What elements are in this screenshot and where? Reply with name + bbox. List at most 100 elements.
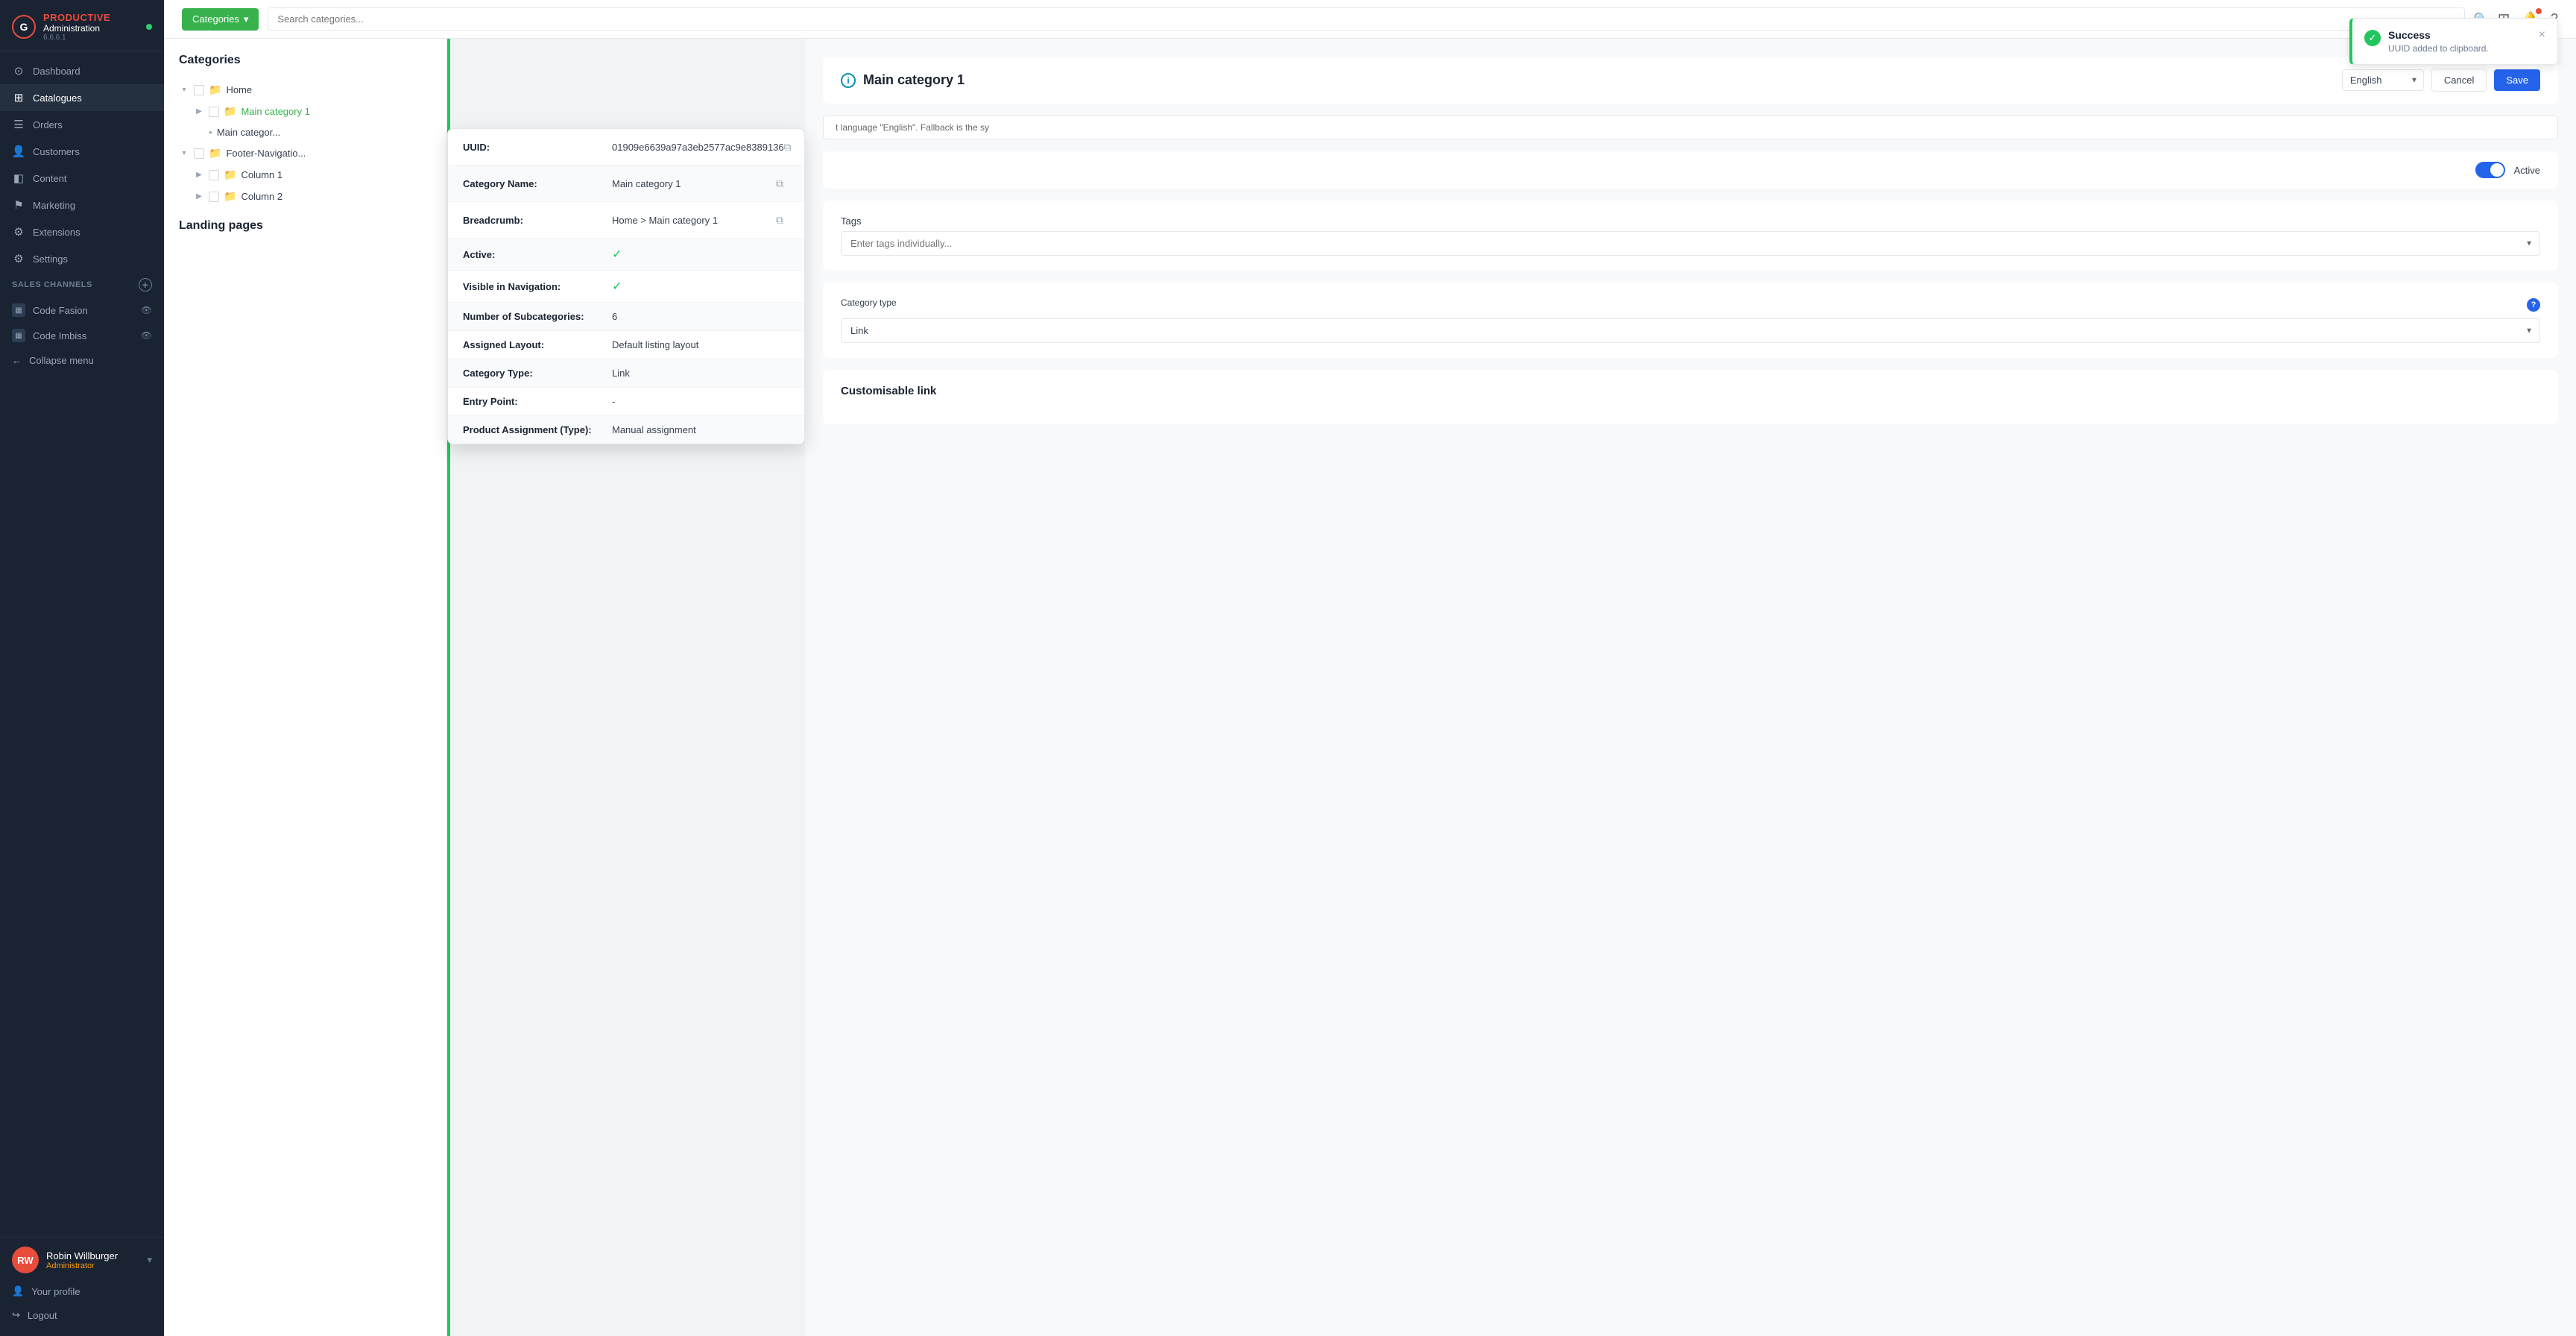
profile-icon: 👤 <box>12 1285 24 1297</box>
tree-item-main-category-1[interactable]: ▶ 📁 Main category 1 <box>164 101 446 122</box>
collapse-menu-button[interactable]: ← Collapse menu <box>0 348 164 373</box>
tree-label-home: Home <box>226 84 252 95</box>
tooltip-row-visible-nav: Visible in Navigation: ✓ <box>448 271 804 303</box>
success-title: Success <box>2388 39 2531 41</box>
sidebar-item-content[interactable]: ◧ Content <box>0 165 164 192</box>
notification-badge <box>2536 8 2542 14</box>
app-logo: G PRODUCTIVE Administration 6.6.6.1 <box>0 0 164 51</box>
categories-button[interactable]: Categories ▾ <box>182 8 259 31</box>
search-input[interactable] <box>268 7 2464 31</box>
language-select[interactable]: English <box>2342 69 2424 91</box>
sidebar-label-marketing: Marketing <box>33 200 75 211</box>
tooltip-row-uuid: UUID: 01909e6639a97a3eb2577ac9e8389136 ⧉ <box>448 129 804 166</box>
sidebar-label-extensions: Extensions <box>33 227 80 238</box>
copy-uuid-button[interactable]: ⧉ <box>784 137 792 157</box>
main-area: Categories ▾ 🔍 ⊞ 🔔 ? Categories ▾ � <box>164 0 2576 1336</box>
active-toggle-row: Active <box>823 151 2558 189</box>
tree-item-main-category-2[interactable]: ● Main categor... <box>164 122 446 142</box>
categories-chevron-icon: ▾ <box>244 13 249 25</box>
tree-item-home[interactable]: ▾ 📁 Home <box>164 79 446 101</box>
customisable-link-title: Customisable link <box>841 385 2540 397</box>
copy-name-button[interactable]: ⧉ <box>770 174 789 193</box>
logout-link[interactable]: ↪ Logout <box>12 1303 152 1327</box>
breadcrumb-value: Home > Main category 1 <box>612 215 770 226</box>
active-label: Active: <box>463 249 612 260</box>
channel-fasion-icon: ▦ <box>12 303 25 317</box>
tree-item-column2[interactable]: ▶ 📁 Column 2 <box>164 186 446 207</box>
orders-icon: ☰ <box>12 118 25 131</box>
subcategories-value: 6 <box>612 311 789 322</box>
breadcrumb-label: Breadcrumb: <box>463 215 612 226</box>
collapse-label: Collapse menu <box>29 355 94 366</box>
entry-point-value: - <box>612 396 789 407</box>
product-assignment-label: Product Assignment (Type): <box>463 424 612 435</box>
tree-checkbox-col1[interactable] <box>209 170 219 180</box>
categories-panel: Categories ▾ 📁 Home ▶ 📁 Main category 1 … <box>164 39 447 1336</box>
user-details: Robin Willburger Administrator <box>46 1250 118 1270</box>
tags-input-wrapper <box>841 231 2540 256</box>
tree-label-main2: Main categor... <box>217 127 280 138</box>
active-toggle[interactable] <box>2475 162 2505 178</box>
hint-text: t language "English". Fallback is the sy <box>836 122 989 133</box>
sidebar-item-catalogues[interactable]: ⊞ Catalogues <box>0 84 164 111</box>
app-subtitle: Administration <box>43 23 110 34</box>
tree-item-column1[interactable]: ▶ 📁 Column 1 <box>164 164 446 186</box>
your-profile-link[interactable]: 👤 Your profile <box>12 1279 152 1303</box>
tags-card: Tags <box>823 201 2558 271</box>
save-button[interactable]: Save <box>2494 69 2540 91</box>
customisable-link-card: Customisable link <box>823 370 2558 424</box>
channel-code-imbiss[interactable]: ▦ Code Imbiss 👁 <box>0 323 164 348</box>
channel-imbiss-icon: ▦ <box>12 329 25 342</box>
sidebar-item-marketing[interactable]: ⚑ Marketing <box>0 192 164 218</box>
app-name: PRODUCTIVE <box>43 12 110 23</box>
sidebar-item-settings[interactable]: ⚙ Settings <box>0 245 164 272</box>
sidebar: G PRODUCTIVE Administration 6.6.6.1 ⊙ Da… <box>0 0 164 1336</box>
tags-label: Tags <box>841 215 2540 227</box>
sidebar-item-customers[interactable]: 👤 Customers <box>0 138 164 165</box>
copy-breadcrumb-button[interactable]: ⧉ <box>770 210 789 230</box>
tags-input[interactable] <box>841 231 2540 256</box>
sidebar-item-extensions[interactable]: ⚙ Extensions <box>0 218 164 245</box>
category-type-select[interactable]: Link <box>841 318 2540 343</box>
channel-fasion-label: Code Fasion <box>33 305 88 316</box>
sidebar-item-orders[interactable]: ☰ Orders <box>0 111 164 138</box>
tree-checkbox-footer[interactable] <box>194 148 204 159</box>
app-version: 6.6.6.1 <box>43 34 110 42</box>
tree-toggle-col2[interactable]: ▶ <box>194 192 204 202</box>
sales-channels-header: Sales Channels + <box>0 272 164 297</box>
tree-toggle-col1[interactable]: ▶ <box>194 170 204 180</box>
logo-icon: G <box>12 15 36 39</box>
folder-icon-home: 📁 <box>209 84 221 96</box>
tree-toggle-home[interactable]: ▾ <box>179 85 189 95</box>
categories-panel-title: Categories <box>164 54 446 79</box>
channel-code-fasion[interactable]: ▦ Code Fasion 👁 <box>0 297 164 323</box>
folder-icon-col2: 📁 <box>224 190 236 203</box>
dashboard-icon: ⊙ <box>12 64 25 78</box>
add-channel-button[interactable]: + <box>139 278 152 292</box>
category-type-help-icon[interactable]: ? <box>2527 298 2540 312</box>
category-type-value: Link <box>612 368 789 379</box>
tree-checkbox-main1[interactable] <box>209 107 219 117</box>
sidebar-footer: RW Robin Willburger Administrator ▾ 👤 Yo… <box>0 1237 164 1336</box>
user-info[interactable]: RW Robin Willburger Administrator ▾ <box>12 1247 152 1273</box>
subcategories-label: Number of Subcategories: <box>463 311 612 322</box>
user-name: Robin Willburger <box>46 1250 118 1261</box>
tooltip-row-layout: Assigned Layout: Default listing layout <box>448 331 804 359</box>
category-type-form-label: Category type <box>841 297 897 308</box>
tree-toggle-footer[interactable]: ▾ <box>179 148 189 159</box>
header-actions: English Cancel Save <box>2342 69 2540 92</box>
info-icon[interactable]: i <box>841 73 856 88</box>
tree-checkbox-col2[interactable] <box>209 192 219 202</box>
tree-item-footer-nav[interactable]: ▾ 📁 Footer-Navigatio... <box>164 142 446 164</box>
tree-checkbox-home[interactable] <box>194 85 204 95</box>
content-icon: ◧ <box>12 171 25 185</box>
sidebar-item-dashboard[interactable]: ⊙ Dashboard <box>0 57 164 84</box>
cancel-button[interactable]: Cancel <box>2431 69 2487 92</box>
tree-toggle-main1[interactable]: ▶ <box>194 107 204 117</box>
close-notification-button[interactable]: × <box>2539 39 2545 41</box>
tooltip-row-entry-point: Entry Point: - <box>448 388 804 416</box>
tooltip-row-active: Active: ✓ <box>448 239 804 271</box>
sidebar-label-dashboard: Dashboard <box>33 66 80 77</box>
logout-icon: ↪ <box>12 1309 20 1321</box>
eye-icon-imbiss: 👁 <box>141 330 152 341</box>
